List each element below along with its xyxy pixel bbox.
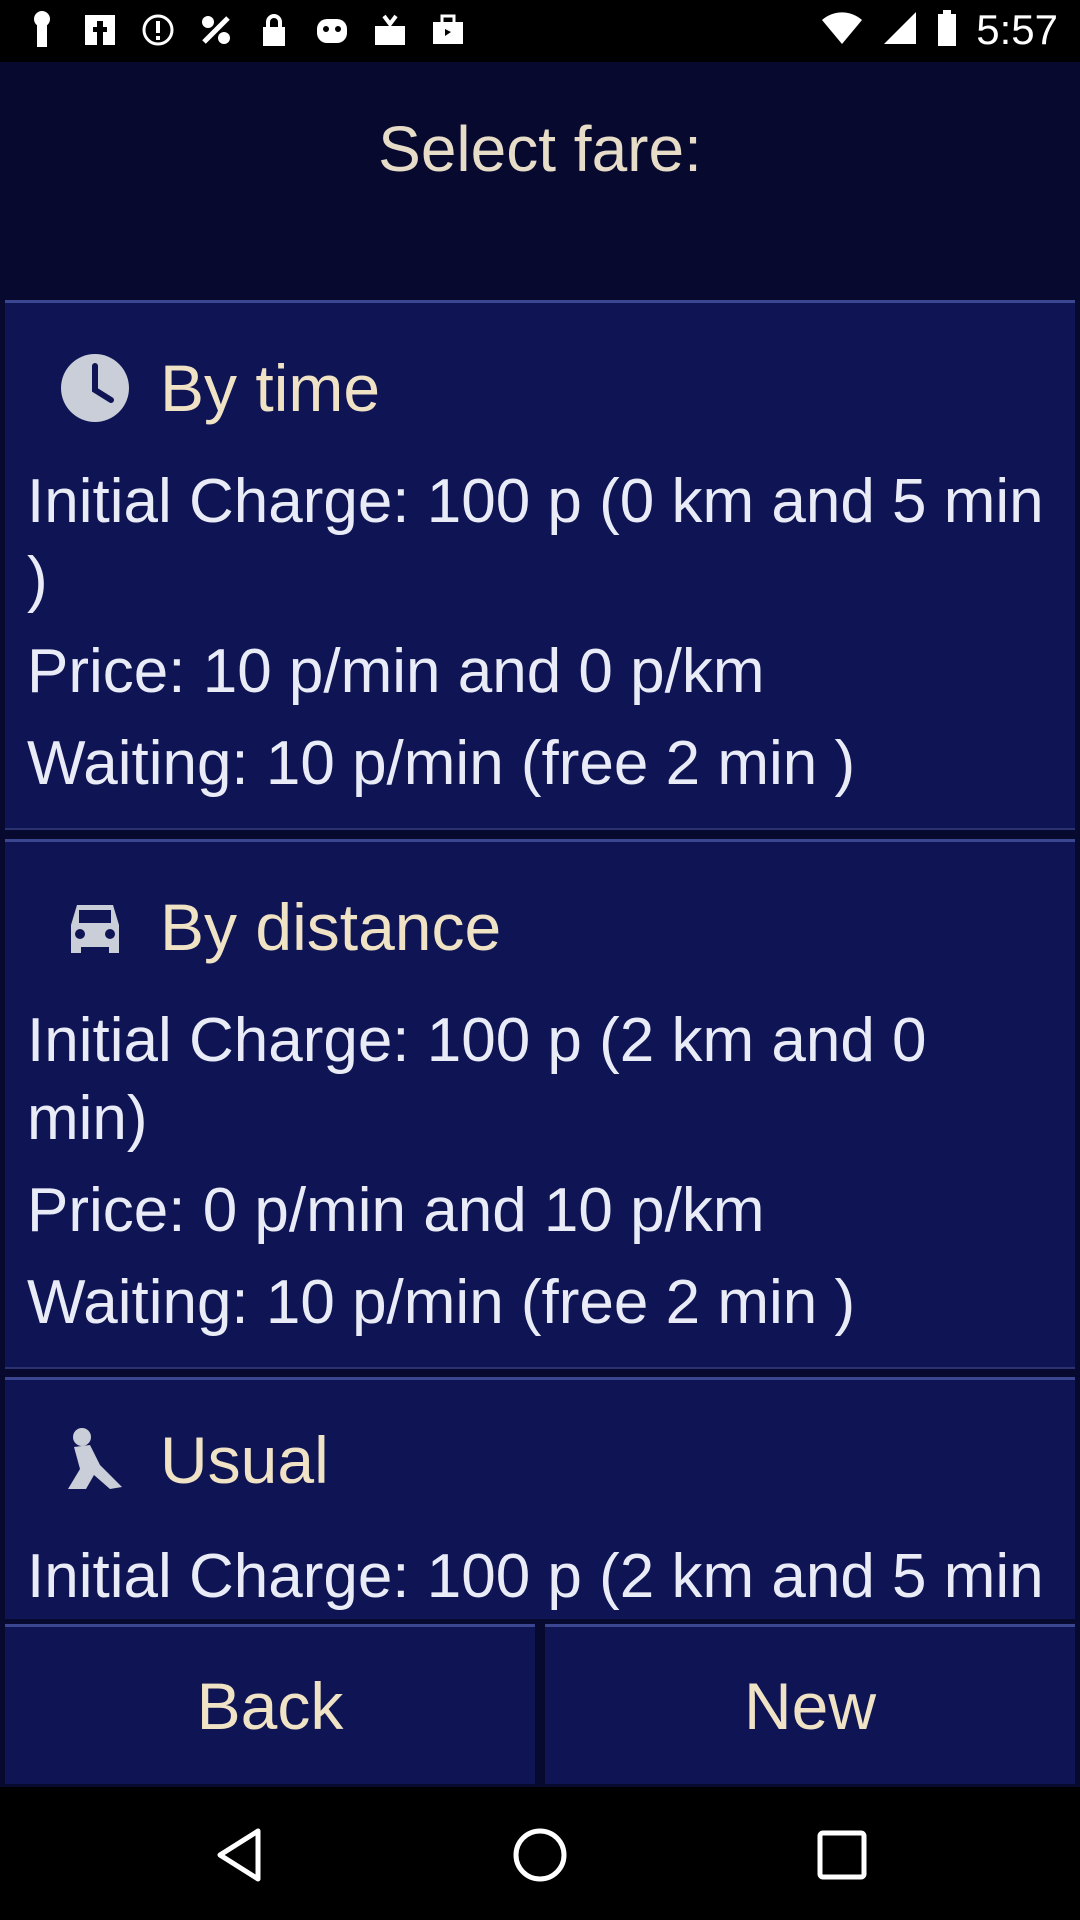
signal-icon: [882, 10, 918, 51]
briefcase-icon: [428, 10, 468, 50]
initial-charge: Initial Charge: 100 p (2 km and 5 min ): [27, 1542, 1044, 1611]
new-button[interactable]: New: [545, 1624, 1075, 1784]
wifi-icon: [820, 10, 864, 51]
home-icon[interactable]: [510, 1825, 570, 1885]
facebook-icon: [80, 10, 120, 50]
fare-card-by-time[interactable]: By time Initial Charge: 100 p (0 km and …: [5, 300, 1075, 830]
fare-title: By time: [160, 351, 381, 425]
battery-icon: [936, 9, 958, 52]
card-header: Usual: [5, 1415, 329, 1505]
waiting-text: Waiting: 10 p/min (free 2 min ): [27, 729, 856, 798]
initial-charge: Initial Charge: 100 p (0 km and 5 min ): [27, 467, 1044, 614]
fare-card-by-distance[interactable]: By distance Initial Charge: 100 p (2 km …: [5, 839, 1075, 1369]
person-icon: [50, 1415, 140, 1505]
sync-icon: [196, 10, 236, 50]
fare-list[interactable]: By time Initial Charge: 100 p (0 km and …: [0, 237, 1080, 1619]
price-text: Price: 10 p/min and 0 p/km: [27, 637, 765, 706]
system-nav-bar: [0, 1787, 1080, 1920]
initial-charge: Initial Charge: 100 p (2 km and 0 min): [27, 1006, 927, 1153]
status-bar: 5:57: [0, 0, 1080, 62]
download-icon: [370, 10, 410, 50]
car-icon: [50, 882, 140, 972]
android-icon: [312, 10, 352, 50]
recents-icon[interactable]: [812, 1825, 872, 1885]
lock-icon: [254, 10, 294, 50]
clock-icon: [50, 343, 140, 433]
status-icons: [22, 10, 468, 50]
card-header: By time: [5, 343, 380, 433]
clock: 5:57: [976, 6, 1058, 53]
waiting-text: Waiting: 10 p/min (free 2 min ): [27, 1268, 856, 1337]
app-screen: Select fare: By time Initial Charge: 100…: [0, 62, 1080, 1787]
fare-title: Usual: [160, 1423, 329, 1497]
fare-title: By distance: [160, 890, 502, 964]
page-title: Select fare:: [378, 113, 702, 185]
card-header: By distance: [5, 882, 501, 972]
fare-card-usual[interactable]: Usual Initial Charge: 100 p (2 km and 5 …: [5, 1377, 1075, 1619]
notification-icon: [22, 10, 62, 50]
alert-icon: [138, 10, 178, 50]
back-button[interactable]: Back: [5, 1624, 535, 1784]
price-text: Price: 0 p/min and 10 p/km: [27, 1176, 765, 1245]
status-right: 5:57: [820, 6, 1058, 54]
back-icon[interactable]: [210, 1825, 270, 1885]
